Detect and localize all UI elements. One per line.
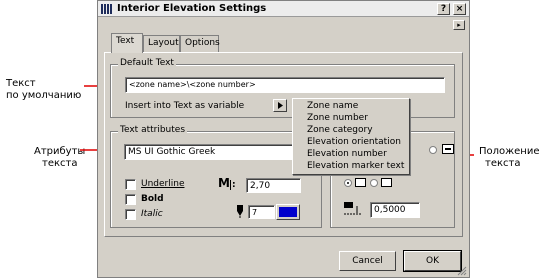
offset-icon — [343, 200, 363, 221]
text-attributes-group-title: Text attributes — [118, 125, 188, 135]
app-icon — [101, 4, 113, 14]
text-size-field[interactable]: 2,70 — [246, 178, 301, 193]
tab-text[interactable]: Text — [111, 33, 143, 53]
underline-label: Underline — [141, 179, 185, 189]
pen-color-swatch[interactable] — [276, 204, 300, 220]
dialog-title: Interior Elevation Settings — [117, 3, 267, 14]
menu-item-elevation-number[interactable]: Elevation number — [307, 149, 387, 161]
position-radio-top-right[interactable] — [429, 146, 437, 154]
bold-checkbox[interactable] — [125, 194, 136, 205]
tab-options[interactable]: Options — [180, 35, 220, 52]
pen-icon — [235, 204, 245, 221]
pen-number-field[interactable]: 7 — [248, 205, 275, 219]
font-select[interactable]: MS UI Gothic Greek — [124, 144, 314, 160]
default-text-group-title: Default Text — [118, 58, 176, 68]
menu-item-zone-category[interactable]: Zone category — [307, 125, 373, 137]
menu-item-elevation-orientation[interactable]: Elevation orientation — [307, 137, 401, 149]
play-arrow-icon — [278, 102, 283, 109]
resize-grip-icon[interactable] — [457, 266, 467, 276]
menu-item-zone-number[interactable]: Zone number — [307, 113, 368, 125]
help-button[interactable]: ? — [437, 3, 450, 15]
cancel-button[interactable]: Cancel — [339, 251, 396, 271]
expand-arrow-button[interactable]: ▸ — [453, 20, 465, 30]
menu-item-elevation-marker-text[interactable]: Elevation marker text — [307, 161, 404, 173]
menu-item-zone-name[interactable]: Zone name — [307, 101, 358, 113]
position-radio-bottom-right[interactable] — [370, 179, 378, 187]
position-radio-bottom-left[interactable] — [344, 179, 352, 187]
variable-popup-menu: Zone name Zone number Zone category Elev… — [292, 98, 410, 175]
insert-variable-button[interactable] — [273, 99, 287, 112]
position-bottom-right-icon — [381, 178, 392, 187]
interior-elevation-settings-dialog: Interior Elevation Settings ? × ▸ Text L… — [97, 0, 470, 278]
default-text-field[interactable]: <zone name>\<zone number> — [125, 77, 445, 93]
text-size-icon: M: — [218, 176, 236, 190]
italic-checkbox[interactable] — [125, 209, 136, 220]
tab-layout[interactable]: Layout — [143, 35, 180, 52]
italic-label: Italic — [141, 209, 163, 219]
close-button[interactable]: × — [453, 3, 466, 15]
position-bottom-left-icon — [355, 178, 366, 187]
insert-variable-label: Insert into Text as variable — [125, 101, 245, 111]
offset-field[interactable]: 0,5000 — [370, 202, 420, 218]
bold-label: Bold — [141, 194, 164, 204]
pen-color-fill — [279, 207, 297, 217]
ok-button[interactable]: OK — [403, 250, 462, 272]
title-bar: Interior Elevation Settings ? × — [98, 1, 469, 17]
underline-checkbox[interactable] — [125, 179, 136, 190]
position-top-right-icon — [442, 144, 454, 154]
